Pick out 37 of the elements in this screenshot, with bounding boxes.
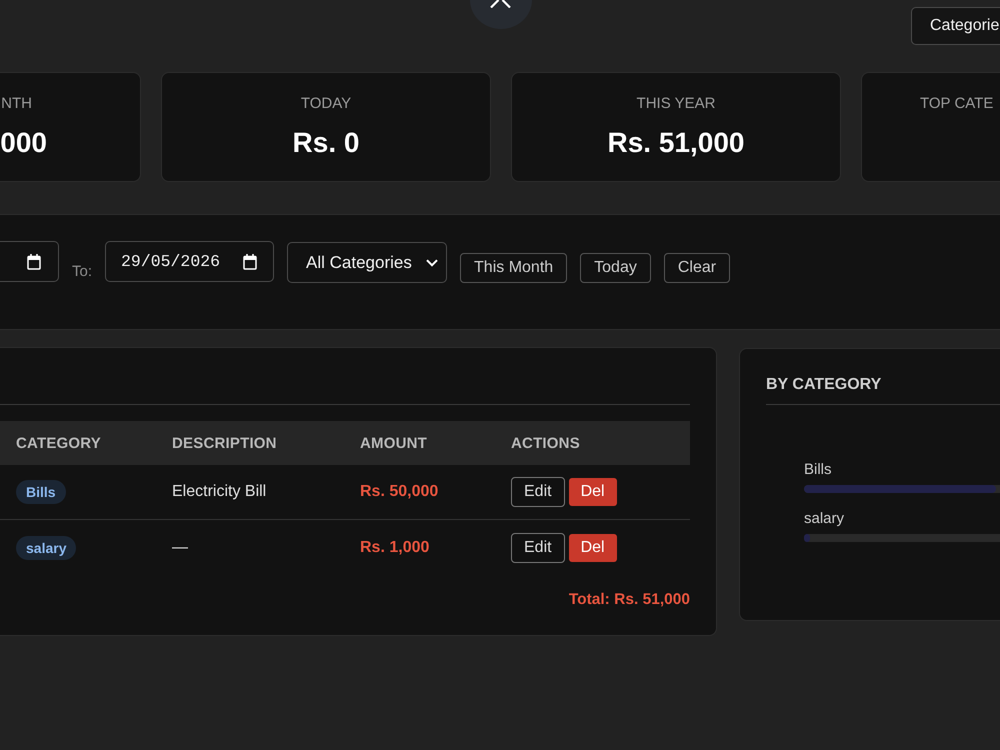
delete-button[interactable]: Del — [568, 534, 617, 562]
to-label: To: — [72, 263, 92, 281]
description-cell: — — [172, 538, 188, 556]
stat-value: 000 — [0, 126, 47, 160]
calendar-icon — [27, 254, 41, 270]
stat-label: TODAY — [300, 94, 352, 114]
category-tag: salary — [16, 536, 76, 560]
close-icon — [490, 0, 511, 8]
column-header: DESCRIPTION — [171, 434, 277, 452]
stat-value: Rs. 0 — [292, 126, 360, 160]
total-amount: Total: Rs. 51,000 — [568, 590, 690, 610]
delete-button[interactable]: Del — [568, 478, 617, 506]
date-field[interactable]: 29/05/2026 — [105, 241, 274, 282]
filter-button[interactable]: Today — [580, 253, 651, 283]
stat-label: THIS YEAR — [636, 94, 716, 114]
category-tag: Bills — [16, 480, 66, 504]
calendar-icon — [243, 254, 258, 270]
stat-label: NTH — [1, 94, 32, 114]
edit-button[interactable]: Edit — [511, 532, 565, 562]
column-header: AMOUNT — [359, 434, 428, 452]
category-select[interactable]: All Categories — [287, 242, 448, 283]
filter-button[interactable]: Clear — [664, 253, 730, 283]
categories-button[interactable]: Categorie — [911, 7, 1000, 45]
amount-cell: Rs. 1,000 — [360, 538, 430, 556]
panel-title: BY CATEGORY — [766, 375, 882, 395]
description-cell: Electricity Bill — [172, 483, 266, 501]
column-header: ACTIONS — [510, 434, 580, 452]
amount-cell: Rs. 50,000 — [360, 483, 438, 501]
stat-value: Rs. 51,000 — [608, 126, 744, 160]
category-label: Bills — [804, 461, 832, 479]
category-label: salary — [804, 510, 844, 528]
column-header: CATEGORY — [15, 434, 101, 452]
chevron-down-icon — [426, 258, 438, 266]
edit-button[interactable]: Edit — [511, 477, 565, 507]
stat-label: TOP CATE — [920, 94, 994, 114]
date-field[interactable] — [0, 241, 59, 282]
filter-button[interactable]: This Month — [460, 253, 568, 283]
